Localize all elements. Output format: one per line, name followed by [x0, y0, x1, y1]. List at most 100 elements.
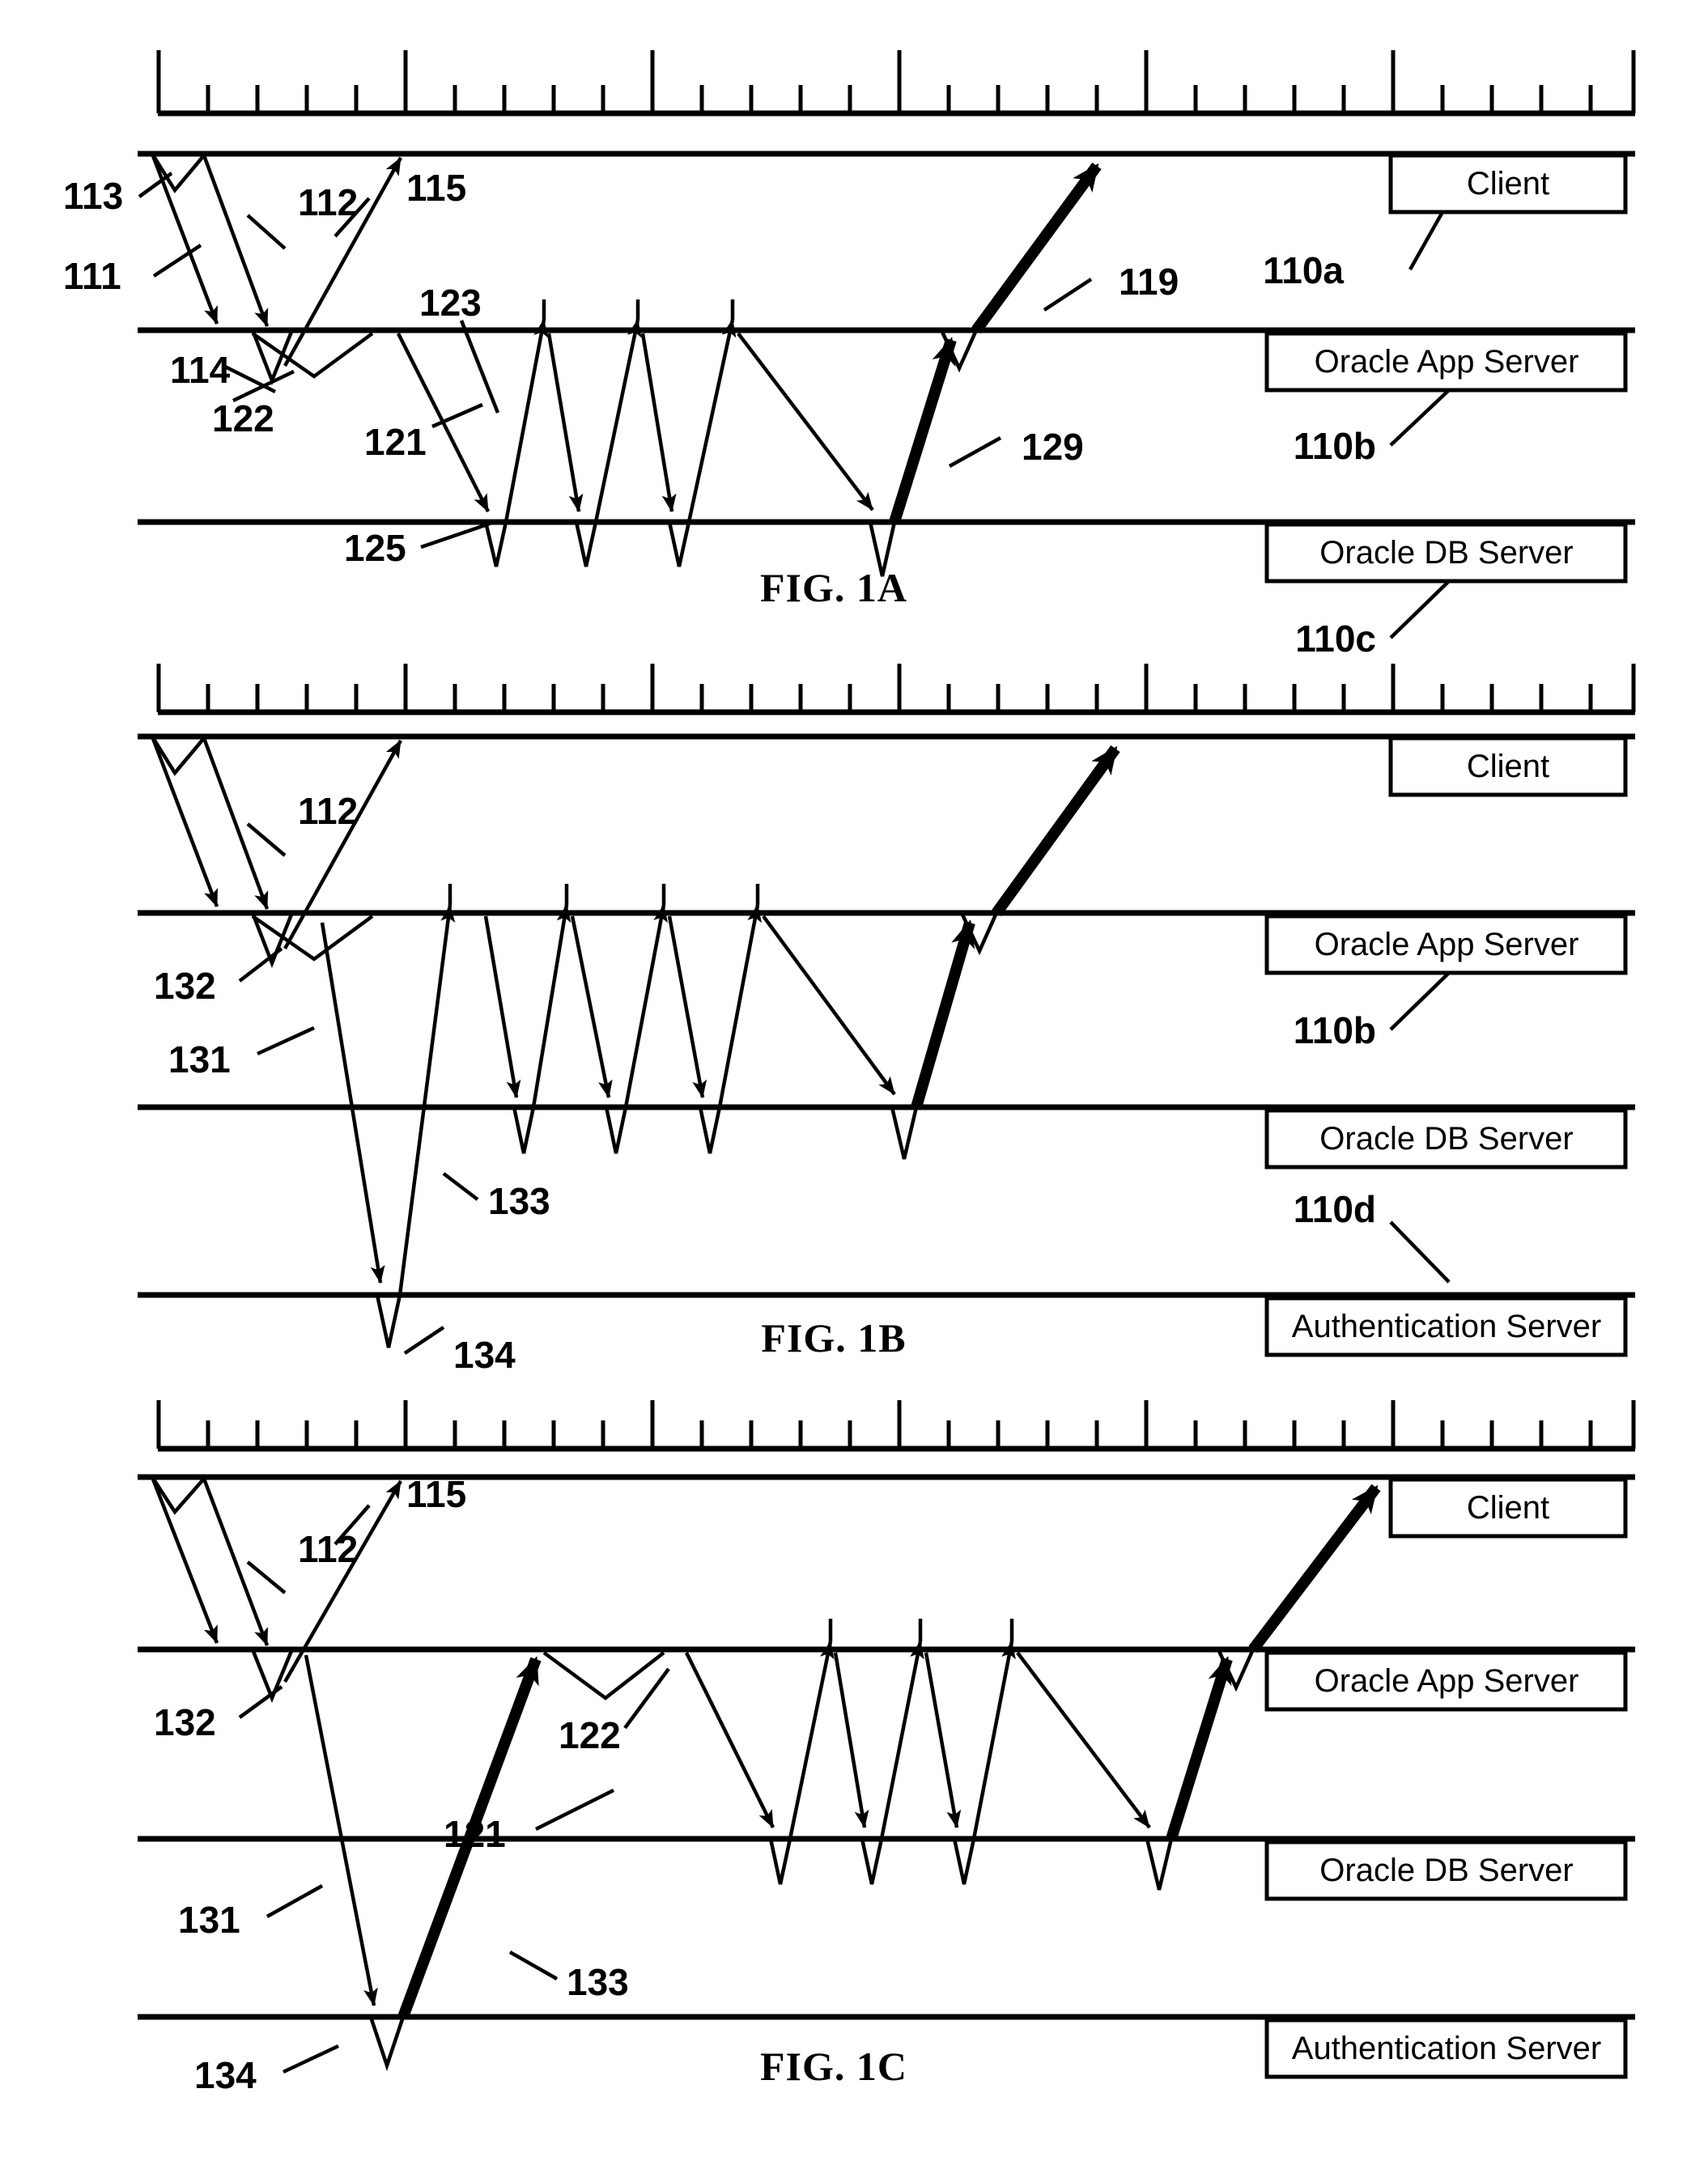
message-db-down1-1c: [684, 1652, 775, 1828]
callout-121-1c: 121: [444, 1813, 506, 1855]
actor-label-db-1a: Oracle DB Server: [1319, 535, 1573, 571]
leader-112-1b: [246, 822, 287, 857]
message-134-wedge-1b: [375, 1294, 402, 1348]
message-up3-1a: [686, 319, 737, 523]
callout-122-1c: 122: [559, 1714, 621, 1756]
message-129-1a: [889, 337, 957, 524]
message-wedge2-1a: [574, 521, 598, 567]
actor-box-auth-1c: Authentication Server: [1264, 2018, 1628, 2079]
actor-box-client-1b: Client: [1388, 736, 1628, 797]
message-125-wedge-1a: [483, 521, 508, 567]
message-112-1c: [202, 1478, 270, 1646]
leader-131-1c: [266, 1884, 324, 1918]
ruler-ticks: [156, 1400, 1636, 1449]
actor-label-db-1b: Oracle DB Server: [1319, 1121, 1573, 1157]
callout-110d-1b: 110d: [1294, 1188, 1376, 1230]
actor-label-client-1c: Client: [1467, 1490, 1549, 1526]
leader-132-1b: [238, 947, 283, 983]
figure-caption-1c: FIG. 1C: [760, 2044, 907, 2089]
leader-110c-1a: [1389, 579, 1451, 639]
message-119-1a: [971, 162, 1102, 334]
actor-label-auth-1c: Authentication Server: [1292, 2031, 1601, 2066]
callout-115-1a: 115: [406, 167, 466, 209]
ruler-ticks: [156, 664, 1636, 712]
message-db-wedge3-1b: [698, 1106, 722, 1154]
callout-110a-1a: 110a: [1263, 249, 1344, 291]
callout-134-1b: 134: [453, 1334, 516, 1376]
callout-125-1a: 125: [344, 527, 406, 569]
callout-129-1a: 129: [1022, 426, 1084, 468]
message-db-down4-1c: [1016, 1651, 1151, 1829]
actor-label-auth-1b: Authentication Server: [1292, 1309, 1601, 1344]
message-db-up2-1c: [879, 1641, 924, 1840]
leader-121-1c: [534, 1788, 615, 1832]
actor-box-app-1a: Oracle App Server: [1264, 331, 1628, 393]
leader-134-1b: [403, 1326, 445, 1355]
message-db-up2-1b: [623, 904, 668, 1108]
callout-113-1a: 113: [63, 175, 123, 217]
figure-1a: 113 111 112 115 119 114 122 123 121 125 …: [63, 50, 1636, 660]
callout-112-1c: 112: [298, 1528, 358, 1570]
callout-110b-1b: 110b: [1294, 1009, 1376, 1051]
message-133-1b: [397, 904, 456, 1296]
timeline-ruler-1b: [156, 664, 1636, 715]
leader-110d-1b: [1389, 1220, 1451, 1284]
leader-125-1a: [420, 521, 491, 550]
actor-box-db-1a: Oracle DB Server: [1264, 522, 1628, 584]
callout-131-1b: 131: [168, 1038, 231, 1080]
callout-131-1c: 131: [178, 1899, 240, 1941]
leader-112-1a: [246, 214, 287, 250]
actor-box-client-1c: Client: [1388, 1477, 1628, 1539]
message-123-up1-1a: [503, 319, 548, 523]
message-db-down4-1b: [762, 915, 896, 1096]
message-db-wedge1-1b: [512, 1106, 536, 1154]
message-wedge3-1a: [667, 521, 691, 567]
message-131-1c: [304, 1654, 378, 2006]
callout-114-1a: 114: [170, 349, 231, 391]
callout-123-1a: 123: [419, 282, 482, 324]
figure-caption-1b: FIG. 1B: [761, 1315, 906, 1361]
message-db-wedge2-1c: [860, 1838, 884, 1885]
leader-110b-1a: [1389, 388, 1451, 447]
leader-133-1c: [508, 1951, 559, 1980]
leader-131-1b: [257, 1025, 315, 1056]
message-db-up3-1c: [971, 1641, 1016, 1840]
message-db-up4-1c: [1166, 1656, 1233, 1841]
message-db-down3-1b: [667, 915, 707, 1098]
timeline-ruler-1c: [156, 1400, 1636, 1452]
message-db-down2-1c: [833, 1652, 869, 1828]
timeline-ruler-1a: [156, 50, 1636, 117]
actor-label-db-1c: Oracle DB Server: [1319, 1853, 1573, 1888]
callout-115-1c: 115: [406, 1473, 466, 1515]
message-down2-1a: [546, 333, 584, 512]
message-resp-up-1b: [283, 739, 402, 950]
message-122-seg-1c: [542, 1651, 665, 1700]
leader-110b-1b: [1389, 971, 1451, 1031]
leader-119-1a: [1043, 278, 1093, 312]
leader-123-1a: [459, 320, 500, 414]
callout-134-1c: 134: [194, 2054, 257, 2096]
message-db-wedge4-1b: [890, 1106, 919, 1160]
ruler-ticks: [156, 50, 1636, 113]
callout-112-1a: 112: [298, 181, 358, 223]
message-112-1b: [202, 737, 270, 910]
message-db-down1-1b: [483, 915, 521, 1098]
message-db-wedge3-1c: [952, 1838, 976, 1885]
actor-box-app-1c: Oracle App Server: [1264, 1650, 1628, 1712]
message-up2-1a: [593, 319, 642, 523]
figure-caption-1a: FIG. 1A: [760, 565, 907, 610]
callout-132-1c: 132: [154, 1701, 216, 1743]
actor-box-client-1a: Client: [1388, 153, 1628, 214]
message-db-wedge1-1c: [768, 1838, 792, 1885]
callout-132-1b: 132: [154, 965, 216, 1007]
callout-110b-1a: 110b: [1294, 425, 1376, 467]
figure-canvas: 113 111 112 115 119 114 122 123 121 125 …: [63, 50, 1636, 2096]
patent-figure-sheet: 113 111 112 115 119 114 122 123 121 125 …: [0, 0, 1708, 2182]
actor-label-client-1b: Client: [1467, 749, 1549, 784]
message-db-wedge2-1b: [604, 1106, 628, 1154]
message-134-wedge-1c: [368, 2016, 406, 2072]
message-db-down3-1c: [924, 1652, 962, 1828]
leader-132-1c: [238, 1685, 283, 1719]
actor-box-db-1b: Oracle DB Server: [1264, 1108, 1628, 1170]
callout-119-1a: 119: [1119, 261, 1179, 303]
